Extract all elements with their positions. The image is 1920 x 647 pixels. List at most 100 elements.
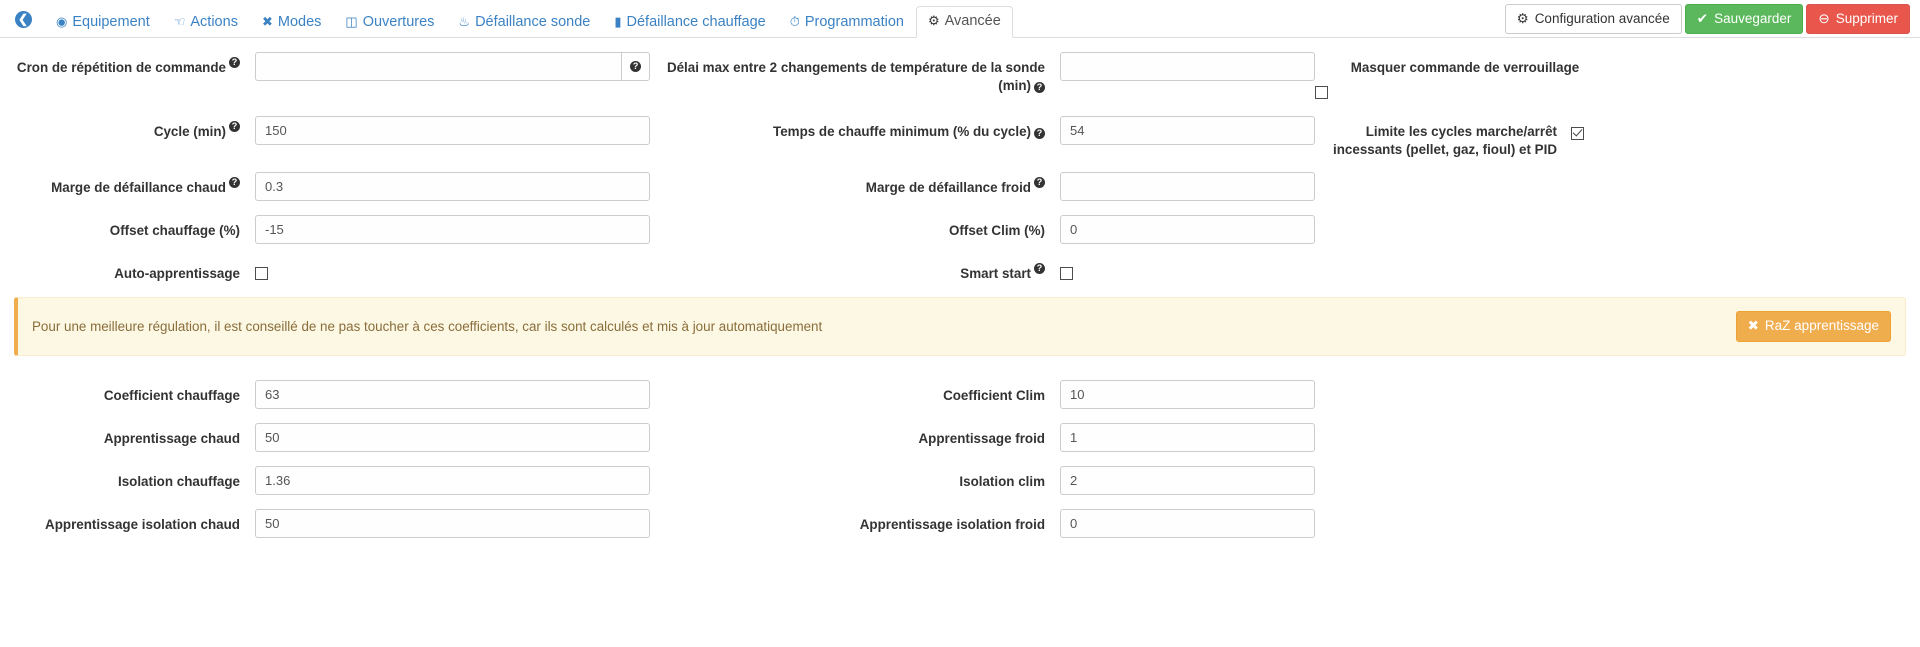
app-iso-chaud-label-cell: Apprentissage isolation chaud: [0, 509, 255, 534]
temps-chauffe-input[interactable]: [1060, 115, 1315, 145]
help-icon[interactable]: ?: [1034, 263, 1045, 275]
temps-chauffe-label-cell: Temps de chauffe minimum (% du cycle)?: [650, 116, 1060, 141]
window-icon: ◫: [345, 14, 358, 30]
help-icon[interactable]: ?: [1034, 177, 1045, 189]
delete-button[interactable]: ⊖ Supprimer: [1806, 4, 1910, 35]
cycle-label-cell: Cycle (min)?: [0, 116, 255, 141]
button-label: Supprimer: [1835, 11, 1898, 26]
tab-label: Défaillance sonde: [475, 13, 591, 30]
offset-chauffage-input[interactable]: [255, 215, 650, 245]
minus-circle-icon: ⊖: [1818, 11, 1830, 26]
configuration-avancee-button[interactable]: ⚙ Configuration avancée: [1504, 4, 1682, 35]
marge-chaud-input[interactable]: [255, 172, 650, 202]
button-label: Configuration avancée: [1534, 11, 1670, 26]
cron-control: ?: [255, 52, 650, 81]
iso-clim-input[interactable]: [1060, 465, 1315, 495]
save-button[interactable]: ✔ Sauvegarder: [1684, 4, 1804, 35]
form-row-cycle: Cycle (min)? Temps de chauffe minimum (%…: [0, 115, 1920, 159]
form-row-offset: Offset chauffage (%) Offset Clim (%): [0, 215, 1920, 245]
app-chaud-input[interactable]: [255, 422, 650, 452]
smart-start-control: [1060, 258, 1315, 282]
gears-icon: ⚙: [1516, 11, 1529, 26]
app-froid-input[interactable]: [1060, 422, 1315, 452]
masquer-checkbox[interactable]: [1315, 86, 1328, 100]
limite-label: Limite les cycles marche/arrêt incessant…: [1333, 123, 1557, 157]
tab-label: Equipement: [72, 13, 150, 30]
coef-clim-control: [1060, 379, 1315, 409]
tab-actions[interactable]: ☜ Actions: [162, 7, 250, 39]
coef-chauffage-input[interactable]: [255, 379, 650, 409]
tab-modes[interactable]: ✖ Modes: [250, 7, 333, 39]
tab-label: Avancée: [944, 12, 1001, 29]
help-icon[interactable]: ?: [229, 120, 240, 132]
cycle-input[interactable]: [255, 115, 650, 145]
cron-help-addon[interactable]: ?: [621, 52, 650, 81]
help-icon[interactable]: ?: [229, 57, 240, 68]
back-button[interactable]: ❮: [10, 6, 36, 32]
delai-label-cell: Délai max entre 2 changements de tempéra…: [650, 52, 1060, 95]
tab-avancee[interactable]: ⚙ Avancée: [915, 5, 1013, 38]
cycle-control: [255, 115, 650, 145]
auto-apprentissage-checkbox[interactable]: [255, 266, 268, 280]
tab-label: Défaillance chauffage: [626, 13, 766, 30]
coef-clim-label-cell: Coefficient Clim: [650, 380, 1060, 405]
offset-clim-label-cell: Offset Clim (%): [650, 215, 1060, 240]
raz-apprentissage-button[interactable]: ✖ RaZ apprentissage: [1735, 311, 1891, 342]
offset-chauffage-label: Offset chauffage (%): [109, 223, 240, 239]
tab-label: Ouvertures: [362, 13, 435, 30]
iso-clim-control: [1060, 465, 1315, 495]
cron-label: Cron de répétition de commande: [16, 60, 226, 75]
smart-start-checkbox[interactable]: [1060, 266, 1073, 280]
help-icon[interactable]: ?: [1034, 81, 1045, 93]
app-iso-chaud-input[interactable]: [255, 508, 650, 538]
app-chaud-label-cell: Apprentissage chaud: [0, 423, 255, 448]
marge-froid-input[interactable]: [1060, 172, 1315, 202]
help-icon[interactable]: ?: [229, 177, 240, 189]
coefficients-form: Coefficient chauffage Coefficient Clim A…: [0, 356, 1920, 538]
hand-icon: ☜: [173, 14, 186, 30]
masquer-label: Masquer commande de verrouillage: [1350, 60, 1580, 75]
tab-label: Modes: [277, 13, 322, 30]
delai-control: [1060, 52, 1315, 81]
tab-defaillance-sonde[interactable]: ♨ Défaillance sonde: [446, 7, 602, 39]
limite-block: Limite les cycles marche/arrêt incessant…: [1315, 116, 1615, 159]
offset-chauffage-label-cell: Offset chauffage (%): [0, 215, 255, 240]
gear-icon: ⚙: [927, 13, 940, 29]
iso-chauffage-control: [255, 465, 650, 495]
coef-clim-input[interactable]: [1060, 379, 1315, 409]
offset-clim-input[interactable]: [1060, 215, 1315, 245]
cron-input[interactable]: [255, 52, 622, 81]
form-row-apprentissage-isolation: Apprentissage isolation chaud Apprentiss…: [0, 508, 1920, 538]
modes-icon: ✖: [261, 14, 273, 30]
app-froid-label-cell: Apprentissage froid: [650, 423, 1060, 448]
tab-list: ◉ Equipement ☜ Actions ✖ Modes ◫ Ouvertu…: [44, 5, 1013, 39]
form-row-cron: Cron de répétition de commande? ? Délai …: [0, 52, 1920, 102]
help-icon: ?: [630, 61, 642, 72]
coef-chauffage-control: [255, 379, 650, 409]
help-icon[interactable]: ?: [1034, 127, 1045, 139]
app-iso-froid-input[interactable]: [1060, 508, 1315, 538]
tab-ouvertures[interactable]: ◫ Ouvertures: [333, 7, 446, 39]
app-froid-label: Apprentissage froid: [918, 430, 1046, 446]
iso-chauffage-label-cell: Isolation chauffage: [0, 466, 255, 491]
limite-checkbox[interactable]: [1571, 127, 1584, 141]
masquer-block: Masquer commande de verrouillage: [1315, 52, 1615, 102]
button-label: Sauvegarder: [1714, 11, 1792, 26]
close-icon: ✖: [1747, 318, 1759, 334]
radiator-icon: ▮: [614, 14, 622, 30]
form-row-marge: Marge de défaillance chaud? Marge de déf…: [0, 172, 1920, 202]
coef-chauffage-label: Coefficient chauffage: [103, 387, 240, 403]
coef-chauffage-label-cell: Coefficient chauffage: [0, 380, 255, 405]
form-row-coefficient: Coefficient chauffage Coefficient Clim: [0, 379, 1920, 409]
delai-input[interactable]: [1060, 52, 1315, 81]
iso-chauffage-label: Isolation chauffage: [117, 473, 240, 489]
app-iso-chaud-control: [255, 508, 650, 538]
marge-chaud-control: [255, 172, 650, 202]
marge-chaud-label-cell: Marge de défaillance chaud?: [0, 172, 255, 197]
tab-defaillance-chauffage[interactable]: ▮ Défaillance chauffage: [602, 7, 777, 39]
iso-chauffage-input[interactable]: [255, 465, 650, 495]
tab-programmation[interactable]: ⏱ Programmation: [778, 7, 916, 39]
auto-apprentissage-label: Auto-apprentissage: [114, 266, 240, 282]
smart-start-label-cell: Smart start?: [650, 258, 1060, 283]
tab-equipement[interactable]: ◉ Equipement: [44, 7, 162, 39]
